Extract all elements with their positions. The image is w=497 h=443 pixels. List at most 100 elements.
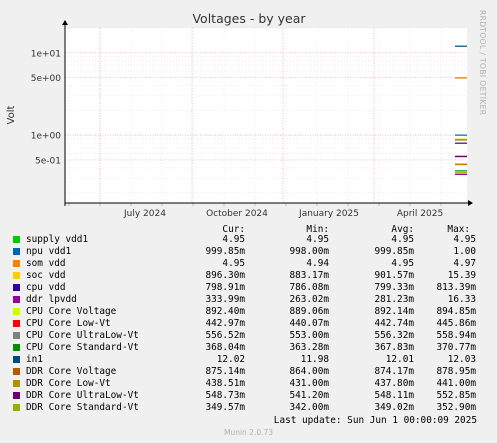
- legend-cur-value: 12.02: [216, 354, 245, 365]
- rrdtool-watermark: RRDTOOL / TOBI OETIKER: [478, 10, 487, 116]
- chart-title: Voltages - by year: [192, 11, 306, 26]
- legend-swatch: [13, 344, 20, 351]
- legend-swatch: [13, 284, 20, 291]
- legend-cur-value: 999.85m: [205, 246, 245, 257]
- legend-row: supply vdd1 4.95 4.95 4.95 4.95: [0, 234, 497, 246]
- legend-row: soc vdd 896.30m 883.17m 901.57m 15.39: [0, 270, 497, 282]
- legend-max-value: 894.85m: [436, 306, 476, 317]
- legend-swatch: [13, 368, 20, 375]
- x-tick-label: April 2025: [397, 209, 443, 219]
- legend-min-value: 4.95: [306, 234, 329, 245]
- legend-min-value: 431.00m: [289, 378, 329, 389]
- legend-min-value: 541.20m: [289, 390, 329, 401]
- legend-swatch: [13, 380, 20, 387]
- y-axis-arrow: [62, 20, 68, 25]
- last-update: Last update: Sun Jun 1 00:00:09 2025: [273, 415, 477, 426]
- legend-swatch: [13, 320, 20, 327]
- legend-cur-value: 368.04m: [205, 342, 245, 353]
- legend-row: in1 12.02 11.98 12.01 12.03: [0, 354, 497, 366]
- y-tick-label: 1e+00: [31, 132, 62, 142]
- x-tick-label: July 2024: [123, 209, 166, 219]
- legend-max-value: 16.33: [447, 294, 476, 305]
- legend-min-value: 786.08m: [289, 282, 329, 293]
- y-tick-label: 1e+01: [31, 49, 61, 59]
- legend-cur-value: 438.51m: [205, 378, 245, 389]
- x-tick-label: October 2024: [206, 209, 268, 219]
- legend-min-value: 4.94: [306, 258, 329, 269]
- legend-cur-value: 442.97m: [205, 318, 245, 329]
- legend-cur-value: 548.73m: [205, 390, 245, 401]
- legend-max-value: 878.95m: [436, 366, 476, 377]
- chart-plot: 1e+01 5e+00 1e+00 5e-01 July 2024 October 202…: [6, 11, 473, 219]
- legend-cur-value: 875.14m: [205, 366, 245, 377]
- legend-series-name: DDR Core Voltage: [26, 366, 117, 377]
- legend-series-name: cpu vdd: [26, 282, 66, 293]
- legend-row: CPU Core UltraLow-Vt 556.52m 553.00m 556.32…: [0, 330, 497, 342]
- legend-series-name: CPU Core Standard-Vt: [26, 342, 139, 353]
- legend-min-value: 889.06m: [289, 306, 329, 317]
- legend-row: DDR Core Voltage 875.14m 864.00m 874.17m 878…: [0, 366, 497, 378]
- plot-area: [65, 28, 467, 203]
- legend-max-value: 445.86m: [436, 318, 476, 329]
- legend-row: DDR Core Low-Vt 438.51m 431.00m 437.80m 441.…: [0, 378, 497, 390]
- legend-series-name: supply vdd1: [26, 234, 89, 245]
- legend-cur-value: 4.95: [222, 234, 245, 245]
- legend-row: CPU Core Voltage 892.40m 889.06m 892.14m 894…: [0, 306, 497, 318]
- legend-row: ddr lpvdd 333.99m 263.02m 281.23m 16.33: [0, 294, 497, 306]
- legend-row: npu vdd1 999.85m 998.00m 999.85m 1.00: [0, 246, 497, 258]
- legend-swatch: [13, 296, 20, 303]
- legend-min-value: 440.07m: [289, 318, 329, 329]
- legend-series-name: in1: [26, 354, 43, 365]
- legend-cur-value: 896.30m: [205, 270, 245, 281]
- legend-min-value: 342.00m: [289, 402, 329, 413]
- legend-min-value: 553.00m: [289, 330, 329, 341]
- legend-cur-value: 892.40m: [205, 306, 245, 317]
- legend-series-name: som vdd: [26, 258, 66, 269]
- legend-cur-value: 4.95: [222, 258, 245, 269]
- legend-cur-value: 333.99m: [205, 294, 245, 305]
- legend-max-value: 558.94m: [436, 330, 476, 341]
- legend-min-value: 864.00m: [289, 366, 329, 377]
- legend-series-name: DDR Core Low-Vt: [26, 378, 111, 389]
- legend-series-name: CPU Core Voltage: [26, 306, 117, 317]
- legend-max-value: 15.39: [447, 270, 476, 281]
- legend-series-name: npu vdd1: [26, 246, 72, 257]
- legend-cur-value: 798.91m: [205, 282, 245, 293]
- legend-max-value: 1.00: [453, 246, 476, 257]
- x-axis-arrow: [468, 200, 473, 206]
- legend-max-value: 370.77m: [436, 342, 476, 353]
- legend-swatch: [13, 260, 20, 267]
- legend-max-value: 552.85m: [436, 390, 476, 401]
- legend-min-value: 998.00m: [289, 246, 329, 257]
- legend-swatch: [13, 272, 20, 279]
- legend-max-value: 441.00m: [436, 378, 476, 389]
- legend-swatch: [13, 404, 20, 411]
- legend-max-value: 813.39m: [436, 282, 476, 293]
- legend-row: CPU Core Standard-Vt 368.04m 363.28m 367.83…: [0, 342, 497, 354]
- legend-series-name: CPU Core UltraLow-Vt: [26, 330, 139, 341]
- legend-cur-value: 349.57m: [205, 402, 245, 413]
- legend-min-value: 263.02m: [289, 294, 329, 305]
- legend-swatch: [13, 308, 20, 315]
- legend-series-name: ddr lpvdd: [26, 294, 77, 305]
- legend-max-value: 4.95: [453, 234, 476, 245]
- legend-series-name: DDR Core UltraLow-Vt: [26, 390, 139, 401]
- legend-series-name: DDR Core Standard-Vt: [26, 402, 139, 413]
- legend-max-value: 12.03: [447, 354, 476, 365]
- legend-series-name: soc vdd: [26, 270, 66, 281]
- legend-swatch: [13, 356, 20, 363]
- y-tick-label: 5e-01: [35, 156, 61, 166]
- legend-row: DDR Core UltraLow-Vt 548.73m 541.20m 548.11…: [0, 390, 497, 402]
- legend-swatch: [13, 236, 20, 243]
- legend-swatch: [13, 332, 20, 339]
- legend-min-value: 883.17m: [289, 270, 329, 281]
- legend-max-value: 352.90m: [436, 402, 476, 413]
- legend-min-value: 11.98: [300, 354, 329, 365]
- munin-version: Munin 2.0.73: [223, 428, 274, 437]
- legend-row: DDR Core Standard-Vt 349.57m 342.00m 349.02…: [0, 402, 497, 414]
- x-tick-label: January 2025: [298, 209, 359, 219]
- legend-max-value: 4.97: [453, 258, 476, 269]
- y-tick-label: 5e+00: [31, 74, 62, 84]
- legend-series-name: CPU Core Low-Vt: [26, 318, 111, 329]
- legend-swatch: [13, 392, 20, 399]
